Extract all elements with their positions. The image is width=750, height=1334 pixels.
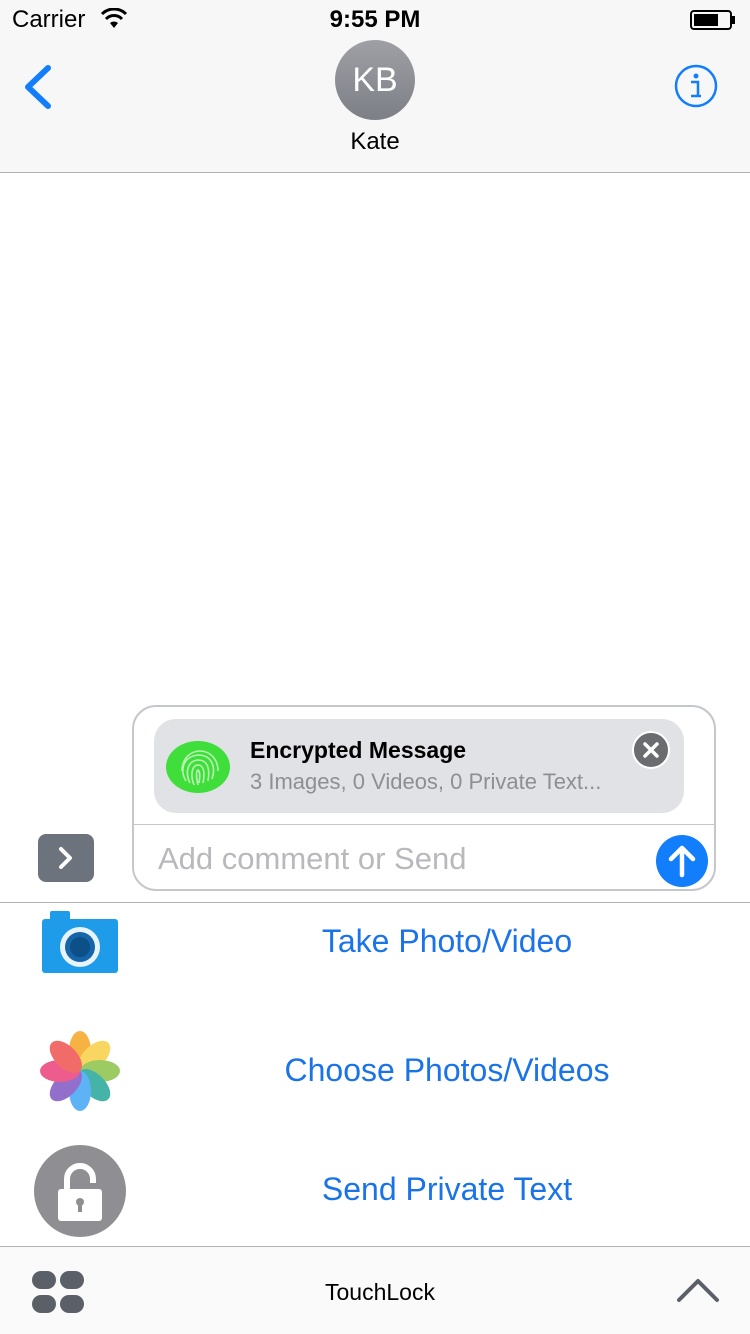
lock-icon: [34, 1145, 126, 1237]
attachment-title: Encrypted Message: [250, 737, 467, 763]
send-private-text-label: Send Private Text: [321, 1171, 573, 1207]
touchlock-drawer: Take Photo/Video Choose Photos/Videos Se…: [0, 903, 750, 1246]
status-bar: Carrier 9:55 PM: [0, 0, 750, 40]
app-bar: TouchLock: [0, 1246, 750, 1334]
photos-icon: [40, 1031, 120, 1111]
contact-avatar[interactable]: KB: [335, 40, 415, 120]
encrypted-message-attachment[interactable]: Encrypted Message 3 Images, 0 Videos, 0 …: [154, 719, 684, 813]
conversation-header: KB Kate: [0, 40, 750, 173]
battery-icon: [690, 10, 735, 30]
status-time: 9:55 PM: [329, 6, 421, 33]
close-icon: [643, 742, 659, 758]
remove-attachment-button[interactable]: [632, 731, 670, 769]
compose-divider: [134, 824, 714, 825]
camera-icon: [42, 911, 118, 973]
avatar-initials: KB: [352, 61, 398, 99]
take-photo-video-row[interactable]: Take Photo/Video: [0, 903, 750, 1013]
send-private-text-row[interactable]: Send Private Text: [0, 1141, 750, 1251]
chevron-up-icon[interactable]: [676, 1277, 720, 1303]
send-button[interactable]: [656, 835, 708, 887]
take-photo-video-label: Take Photo/Video: [321, 923, 573, 959]
app-name: TouchLock: [325, 1279, 435, 1305]
attachment-summary: 3 Images, 0 Videos, 0 Private Text...: [250, 769, 602, 794]
compose-field: Encrypted Message 3 Images, 0 Videos, 0 …: [132, 705, 716, 891]
expand-button[interactable]: [38, 834, 94, 882]
chevron-right-icon: [59, 847, 72, 869]
choose-photos-videos-label: Choose Photos/Videos: [284, 1052, 610, 1088]
arrow-up-icon: [668, 845, 696, 878]
info-icon[interactable]: [674, 64, 718, 108]
comment-input[interactable]: [158, 837, 618, 881]
contact-name[interactable]: Kate: [0, 128, 750, 156]
fingerprint-icon: [166, 741, 230, 793]
choose-photos-videos-row[interactable]: Choose Photos/Videos: [0, 1019, 750, 1129]
message-thread: [0, 173, 750, 703]
back-button[interactable]: [16, 62, 60, 112]
